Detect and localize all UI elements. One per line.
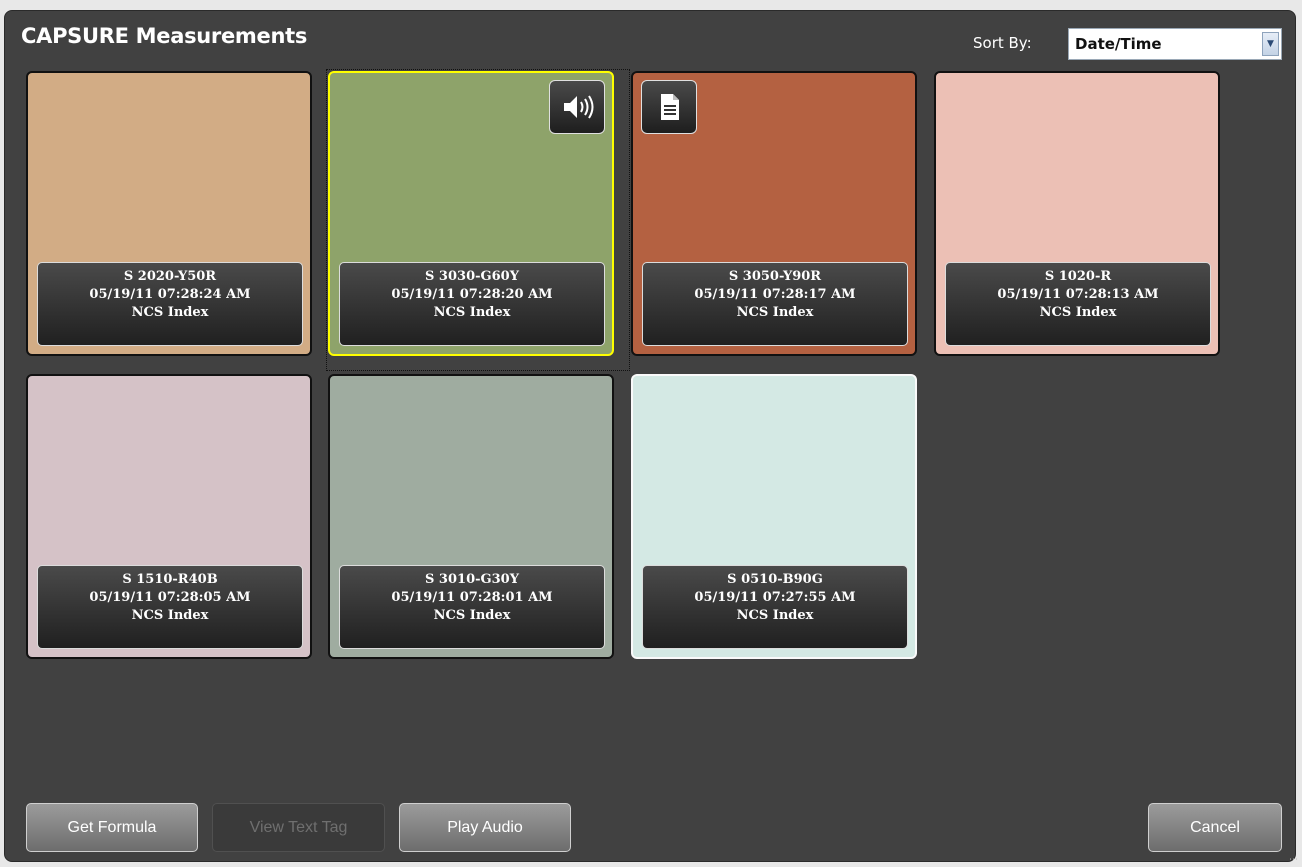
measurement-datetime: 05/19/11 07:28:17 AM (694, 287, 856, 302)
measurement-tile[interactable]: S 0510-B90G 05/19/11 07:27:55 AM NCS Ind… (631, 374, 917, 659)
index-label: NCS Index (433, 608, 511, 623)
tile-info-panel: S 3010-G30Y 05/19/11 07:28:01 AM NCS Ind… (339, 565, 605, 649)
index-label: NCS Index (433, 305, 511, 320)
measurement-tile[interactable]: S 2020-Y50R 05/19/11 07:28:24 AM NCS Ind… (26, 71, 312, 356)
measurement-datetime: 05/19/11 07:28:01 AM (391, 590, 553, 605)
tile-info-panel: S 3030-G60Y 05/19/11 07:28:20 AM NCS Ind… (339, 262, 605, 346)
ncs-code: S 1510-R40B (122, 572, 218, 587)
index-label: NCS Index (131, 608, 209, 623)
measurement-tile-selected[interactable]: S 3030-G60Y 05/19/11 07:28:20 AM NCS Ind… (328, 71, 614, 356)
index-label: NCS Index (1039, 305, 1117, 320)
measurement-datetime: 05/19/11 07:27:55 AM (694, 590, 856, 605)
index-label: NCS Index (131, 305, 209, 320)
ncs-code: S 3010-G30Y (425, 572, 519, 587)
ncs-code: S 2020-Y50R (123, 269, 217, 284)
measurement-tile[interactable]: S 1510-R40B 05/19/11 07:28:05 AM NCS Ind… (26, 374, 312, 659)
ncs-code: S 1020-R (1044, 269, 1112, 284)
tile-info-panel: S 1020-R 05/19/11 07:28:13 AM NCS Index (945, 262, 1211, 346)
measurement-datetime: 05/19/11 07:28:13 AM (997, 287, 1159, 302)
measurement-tile[interactable]: S 1020-R 05/19/11 07:28:13 AM NCS Index (934, 71, 1220, 356)
index-label: NCS Index (736, 608, 814, 623)
ncs-code: S 3050-Y90R (728, 269, 822, 284)
cancel-button[interactable]: Cancel (1148, 803, 1282, 852)
tile-info-panel: S 2020-Y50R 05/19/11 07:28:24 AM NCS Ind… (37, 262, 303, 346)
measurement-datetime: 05/19/11 07:28:20 AM (391, 287, 553, 302)
view-text-tag-button[interactable]: View Text Tag (212, 803, 385, 852)
tile-info-panel: S 1510-R40B 05/19/11 07:28:05 AM NCS Ind… (37, 565, 303, 649)
sort-by-dropdown[interactable]: Date/Time ▼ (1068, 28, 1282, 60)
index-label: NCS Index (736, 305, 814, 320)
document-icon[interactable] (641, 80, 697, 134)
chevron-down-icon[interactable]: ▼ (1262, 32, 1279, 56)
speaker-icon[interactable] (549, 80, 605, 134)
dialog-title: CAPSURE Measurements (21, 24, 308, 48)
ncs-code: S 0510-B90G (727, 572, 823, 587)
tile-info-panel: S 0510-B90G 05/19/11 07:27:55 AM NCS Ind… (642, 565, 908, 649)
sort-by-value: Date/Time (1075, 35, 1162, 53)
ncs-code: S 3030-G60Y (425, 269, 519, 284)
tile-info-panel: S 3050-Y90R 05/19/11 07:28:17 AM NCS Ind… (642, 262, 908, 346)
measurement-tile[interactable]: S 3050-Y90R 05/19/11 07:28:17 AM NCS Ind… (631, 71, 917, 356)
get-formula-button[interactable]: Get Formula (26, 803, 198, 852)
play-audio-button[interactable]: Play Audio (399, 803, 571, 852)
measurement-datetime: 05/19/11 07:28:24 AM (89, 287, 251, 302)
resize-grip-icon[interactable]: ⋯ (1289, 855, 1298, 865)
sort-by-label: Sort By: (973, 34, 1032, 52)
measurement-datetime: 05/19/11 07:28:05 AM (89, 590, 251, 605)
measurement-tile[interactable]: S 3010-G30Y 05/19/11 07:28:01 AM NCS Ind… (328, 374, 614, 659)
